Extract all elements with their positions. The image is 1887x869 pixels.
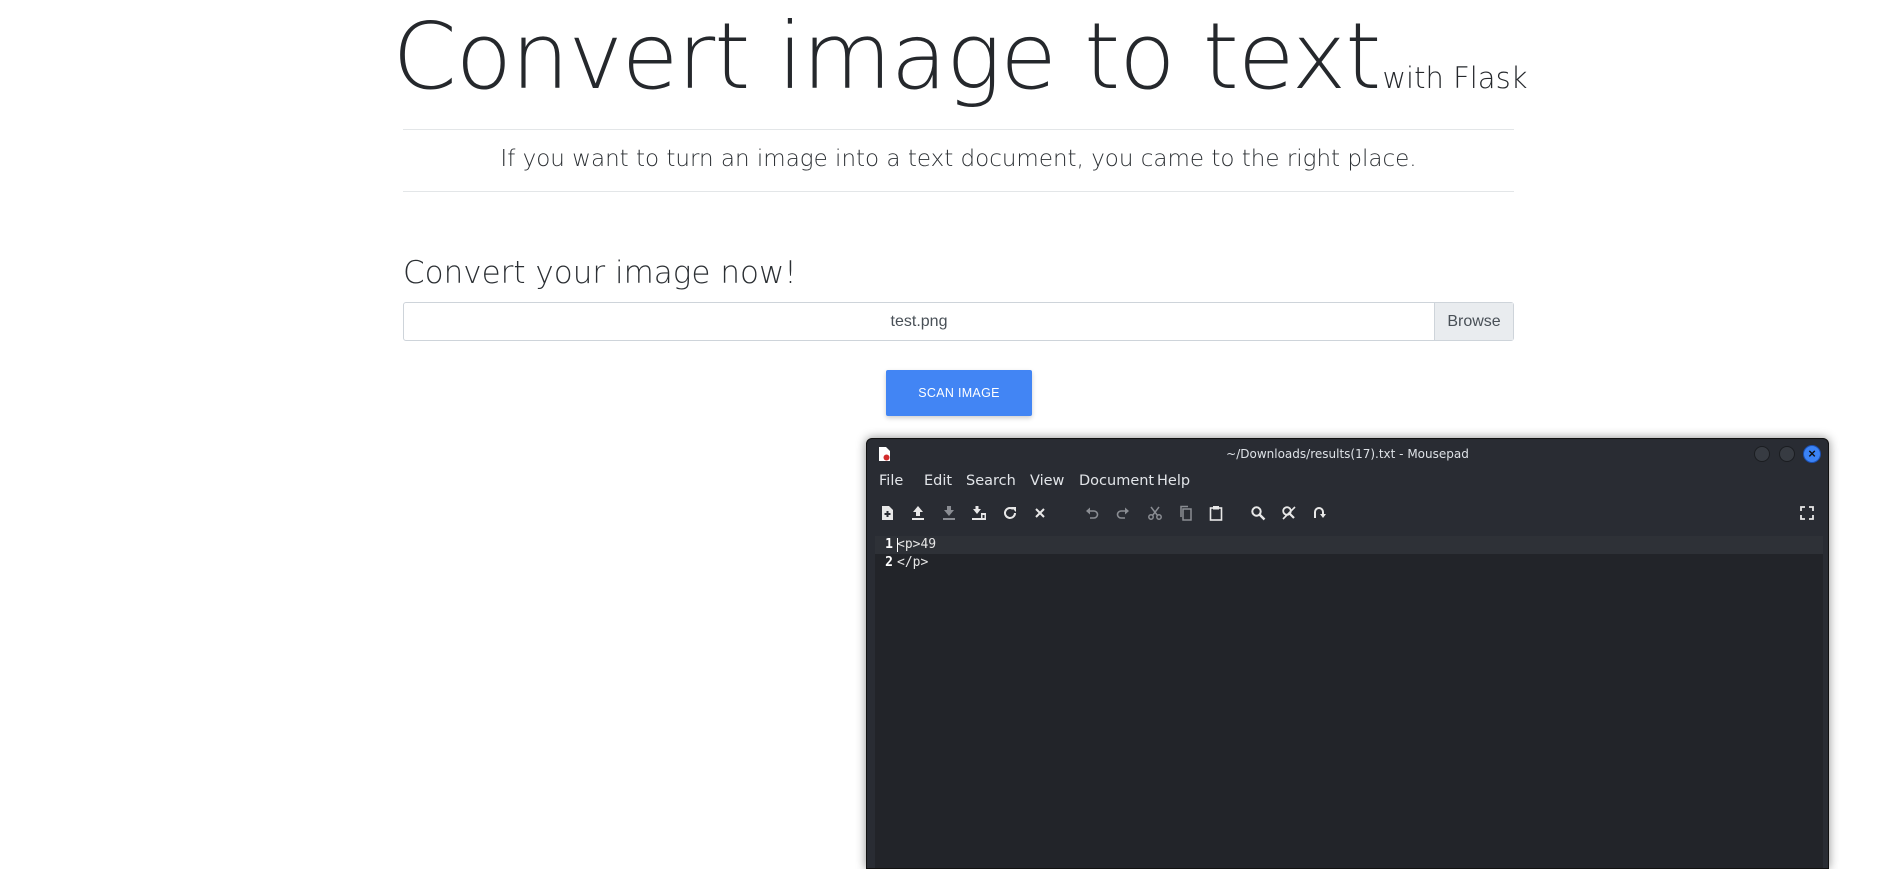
maximize-button[interactable] xyxy=(1779,446,1795,462)
close-window-button[interactable]: × xyxy=(1803,445,1821,463)
close-document-icon[interactable] xyxy=(1032,505,1048,521)
undo-icon[interactable] xyxy=(1084,505,1100,521)
editor-line[interactable]: 1 <p>49 xyxy=(875,536,1823,554)
scan-image-button[interactable]: SCAN IMAGE xyxy=(886,370,1032,416)
menu-file[interactable]: File xyxy=(879,469,903,493)
menu-view[interactable]: View xyxy=(1030,469,1064,493)
fullscreen-icon[interactable] xyxy=(1799,505,1815,521)
page-title: Convert image to textwith Flask xyxy=(0,2,1887,133)
tagline: If you want to turn an image into a text… xyxy=(500,146,1417,172)
browse-button[interactable]: Browse xyxy=(1434,303,1513,340)
reload-icon[interactable] xyxy=(1002,505,1018,521)
redo-icon[interactable] xyxy=(1115,505,1131,521)
copy-icon[interactable] xyxy=(1178,505,1194,521)
line-text: </p> xyxy=(897,555,929,570)
page-title-main: Convert image to text xyxy=(392,3,1382,110)
cut-icon[interactable] xyxy=(1147,505,1163,521)
section-title: Convert your image now! xyxy=(403,255,797,291)
save-as-icon[interactable] xyxy=(971,505,987,521)
window-title: ~/Downloads/results(17).txt - Mousepad xyxy=(1226,447,1469,461)
menu-edit[interactable]: Edit xyxy=(924,469,952,493)
line-text: <p>49 xyxy=(897,537,937,552)
file-name-display: test.png xyxy=(890,313,948,330)
find-replace-icon[interactable] xyxy=(1281,505,1297,521)
file-input[interactable]: test.png Browse xyxy=(403,302,1514,341)
line-number: 1 xyxy=(885,537,893,552)
page-title-suffix: with Flask xyxy=(1382,61,1528,95)
text-cursor xyxy=(897,538,898,552)
menu-bar: File Edit Search View Document Help xyxy=(867,469,1828,493)
save-icon[interactable] xyxy=(941,505,957,521)
minimize-button[interactable] xyxy=(1754,446,1770,462)
find-icon[interactable] xyxy=(1250,505,1266,521)
menu-help[interactable]: Help xyxy=(1157,469,1190,493)
mousepad-window[interactable]: ~/Downloads/results(17).txt - Mousepad ×… xyxy=(866,438,1829,869)
close-icon: × xyxy=(1808,446,1816,461)
divider-bottom xyxy=(403,191,1514,192)
menu-search[interactable]: Search xyxy=(966,469,1016,493)
window-titlebar[interactable]: ~/Downloads/results(17).txt - Mousepad × xyxy=(867,439,1828,469)
open-icon[interactable] xyxy=(910,505,926,521)
line-number: 2 xyxy=(885,555,893,570)
menu-document[interactable]: Document xyxy=(1079,469,1154,493)
text-editor-area[interactable]: 1 <p>49 2 </p> xyxy=(875,536,1823,868)
editor-line[interactable]: 2 </p> xyxy=(875,554,1823,572)
paste-icon[interactable] xyxy=(1208,505,1224,521)
go-to-line-icon[interactable] xyxy=(1311,505,1327,521)
divider-top xyxy=(403,129,1514,130)
new-document-icon[interactable] xyxy=(879,505,895,521)
toolbar xyxy=(867,493,1828,533)
